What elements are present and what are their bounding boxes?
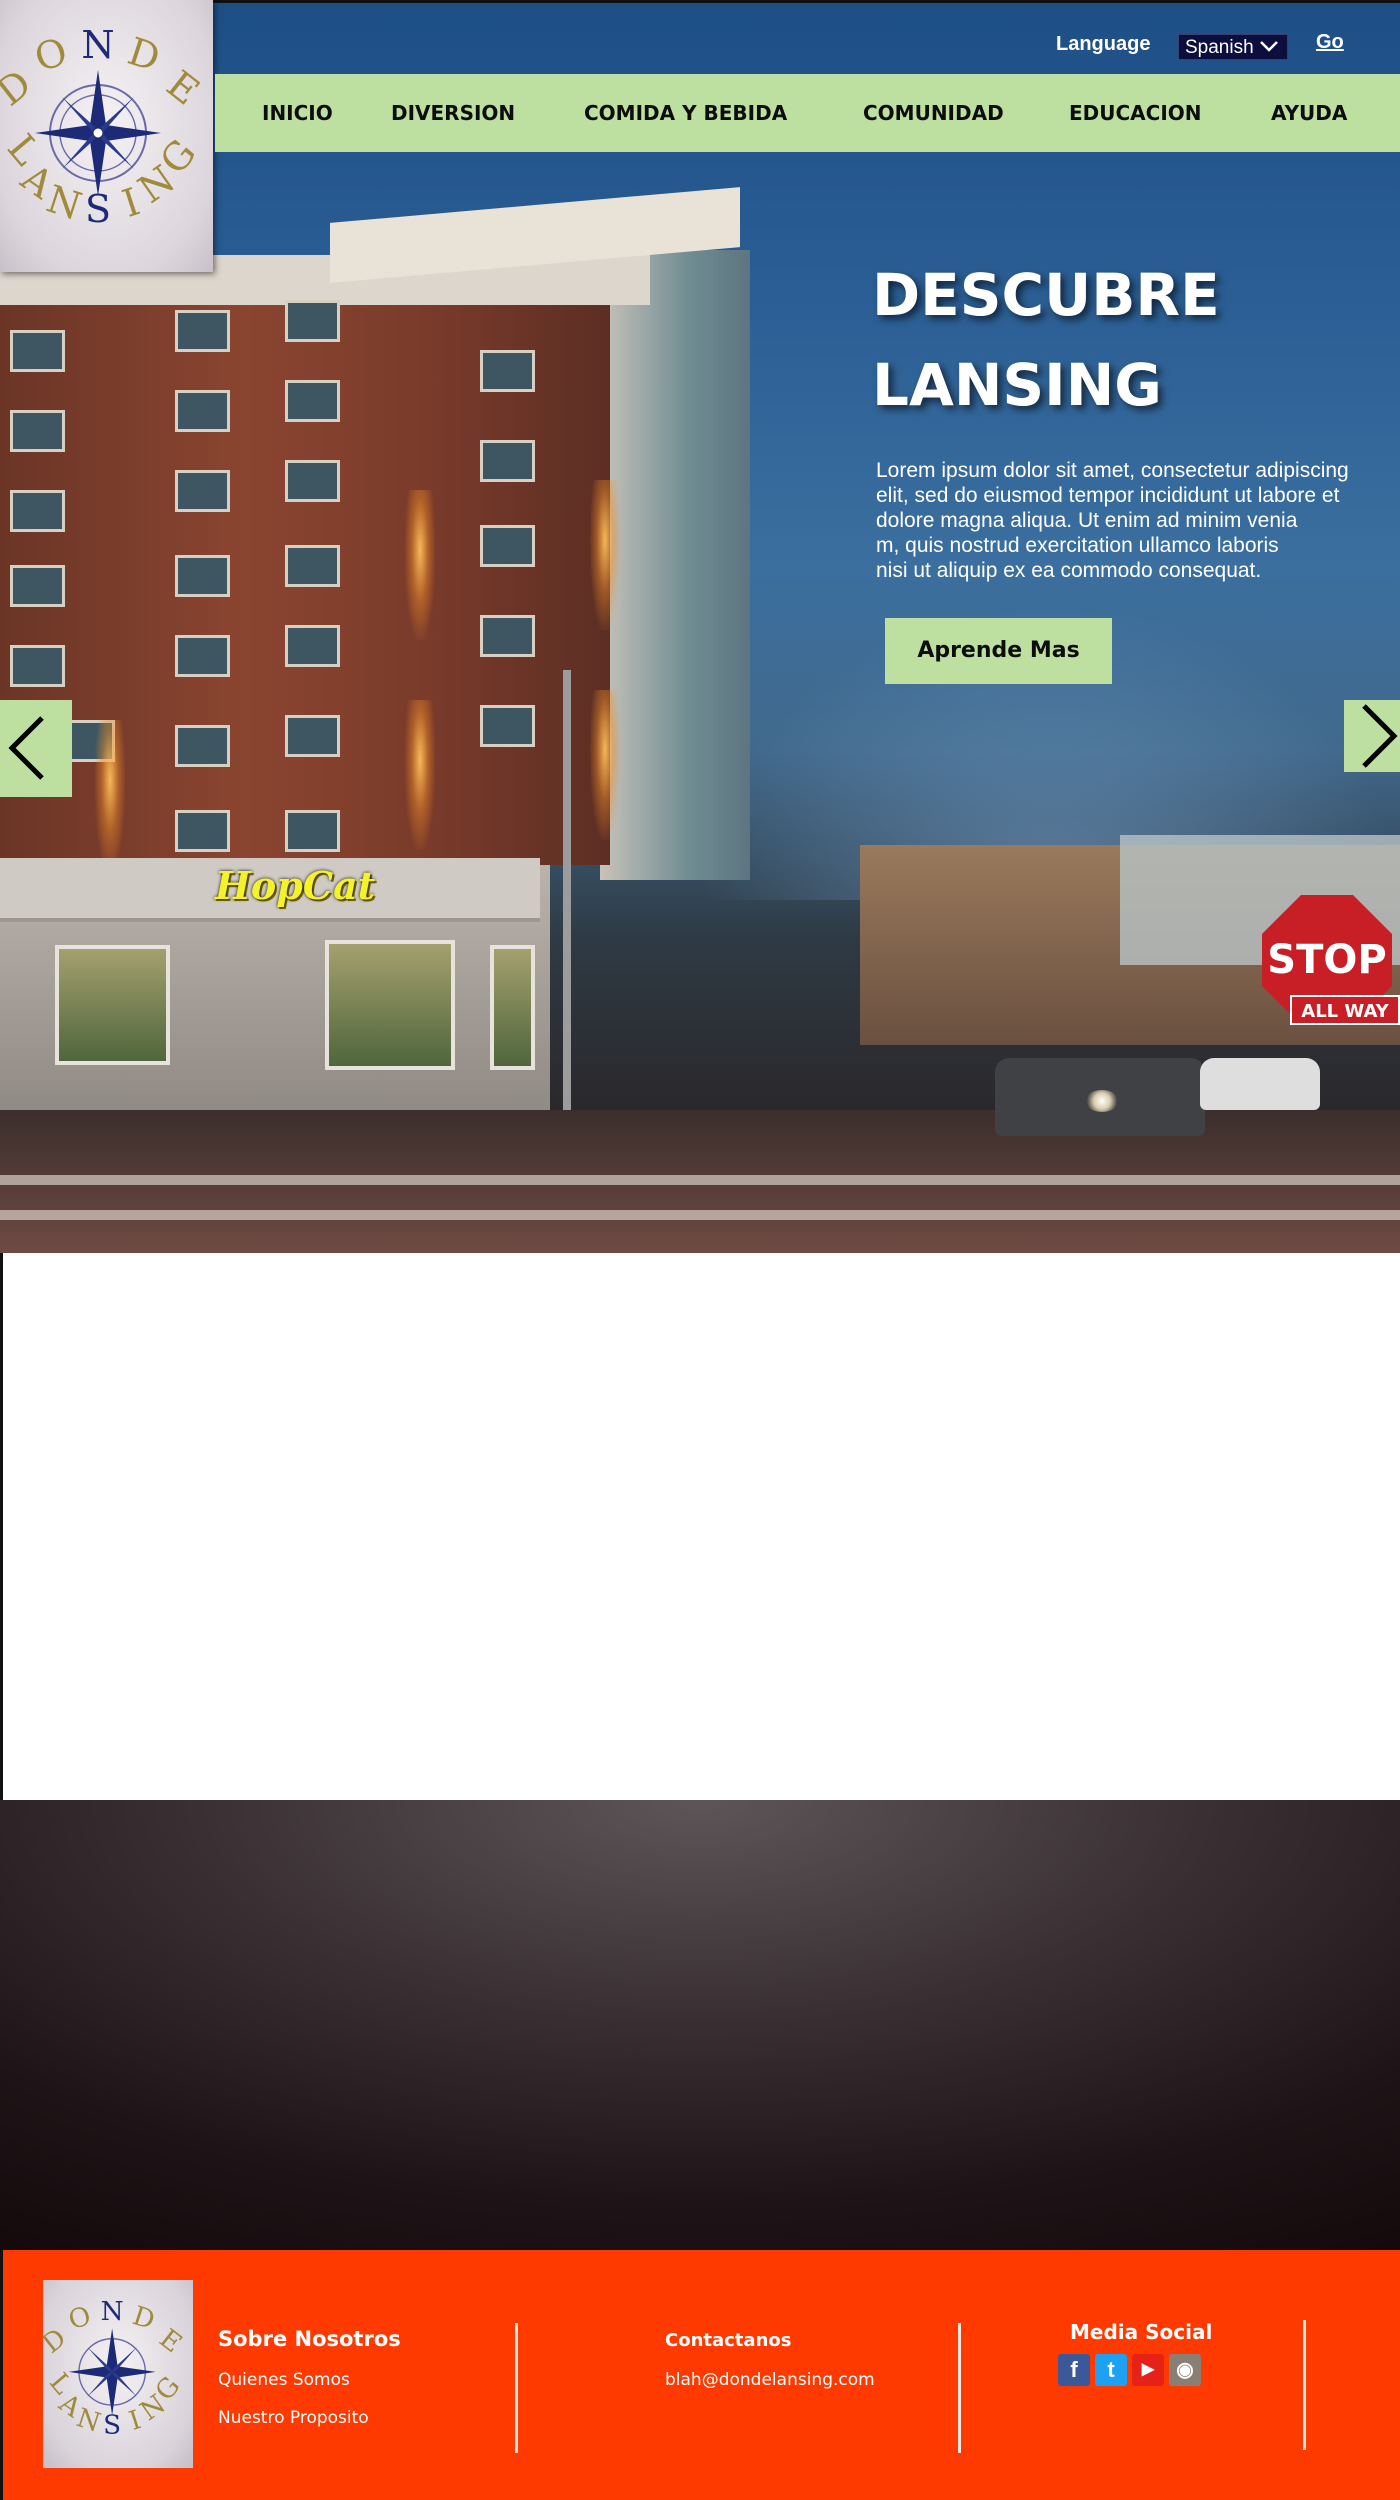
building-window [175, 310, 230, 352]
building-window [285, 715, 340, 757]
footer-logo[interactable]: D O N D E L A N S I N G [43, 2280, 193, 2468]
go-link[interactable]: Go [1316, 31, 1344, 54]
building-window [10, 490, 65, 532]
hero-title: DESCUBRE LANSING [872, 250, 1332, 430]
dark-gradient-section [0, 1800, 1400, 2250]
nav-item-diversion[interactable]: DIVERSION [391, 74, 515, 152]
logo-letter: S [85, 187, 111, 231]
building-window [175, 555, 230, 597]
logo-letter: O [29, 29, 72, 80]
wall-light [405, 490, 435, 640]
nav-item-ayuda[interactable]: AYUDA [1271, 74, 1347, 152]
facebook-icon[interactable]: f [1058, 2354, 1090, 2386]
footer-divider [515, 2323, 518, 2453]
about-heading: Sobre Nosotros [218, 2327, 401, 2351]
building-window [480, 525, 535, 567]
logo-letter: D [0, 61, 40, 114]
building-window [10, 410, 65, 452]
learn-more-button[interactable]: Aprende Mas [885, 618, 1112, 684]
compass-logo-icon: D O N D E L A N S I N G [0, 23, 208, 231]
building-window [285, 545, 340, 587]
wall-light [590, 690, 620, 840]
storefront-window [55, 945, 170, 1065]
main-nav: INICIO DIVERSION COMIDA Y BEBIDA COMUNID… [215, 74, 1400, 152]
wall-light [405, 700, 435, 850]
building-window [175, 470, 230, 512]
youtube-icon[interactable]: ▶ [1132, 2354, 1164, 2386]
content-area [0, 1253, 1400, 1800]
building-window [10, 330, 65, 372]
footer-divider [958, 2323, 961, 2453]
wall-light [95, 720, 125, 870]
building-window [480, 615, 535, 657]
flag-pole [563, 670, 571, 1120]
building-window [10, 565, 65, 607]
language-select[interactable]: Spanish [1178, 34, 1288, 60]
contact-email[interactable]: blah@dondelansing.com [665, 2370, 875, 2390]
wall-light [590, 480, 620, 630]
footer: D O N D E L A N S I N G Sobre Nosotros Q… [0, 2250, 1400, 2500]
instagram-icon[interactable]: ◉ [1169, 2354, 1201, 2386]
language-select-value: Spanish [1185, 37, 1254, 58]
chevron-left-icon [8, 716, 44, 780]
logo-letter: O [65, 2301, 95, 2336]
logo-letter: E [153, 2324, 187, 2359]
storefront-window [490, 945, 535, 1070]
building-window [175, 725, 230, 767]
chevron-right-icon [1362, 704, 1398, 768]
all-way-sign: ALL WAY [1290, 995, 1400, 1025]
logo-letter: N [101, 2297, 124, 2327]
building-window [10, 645, 65, 687]
hero-title-line: LANSING [872, 351, 1162, 419]
building-window [480, 350, 535, 392]
logo-letter: N [81, 23, 114, 67]
logo-letter: D [129, 2301, 158, 2336]
social-heading: Media Social [1070, 2320, 1213, 2344]
contact-heading: Contactanos [665, 2330, 792, 2351]
compass-logo-icon: D O N D E L A N S I N G [43, 2297, 187, 2440]
about-link-nuestro-proposito[interactable]: Nuestro Proposito [218, 2408, 369, 2428]
hero-description: Lorem ipsum dolor sit amet, consectetur … [876, 459, 1349, 582]
nav-item-comunidad[interactable]: COMUNIDAD [863, 74, 1004, 152]
footer-divider [1303, 2320, 1306, 2450]
car [1200, 1058, 1320, 1110]
nav-item-inicio[interactable]: INICIO [262, 74, 333, 152]
building-corner-tower [600, 250, 750, 880]
building-window [480, 440, 535, 482]
storefront-window [325, 940, 455, 1070]
logo-letter: D [123, 29, 166, 80]
about-link-quienes-somos[interactable]: Quienes Somos [218, 2370, 350, 2390]
crosswalk-stripe [0, 1210, 1400, 1220]
logo-letter: E [159, 62, 208, 114]
language-label: Language [1056, 33, 1151, 55]
building-window [175, 635, 230, 677]
building-window [285, 625, 340, 667]
logo-letter: D [43, 2323, 72, 2360]
building-window [285, 810, 340, 852]
chevron-down-icon [1260, 41, 1278, 52]
crosswalk-stripe [0, 1175, 1400, 1185]
hero-title-line: DESCUBRE [872, 261, 1220, 329]
slider-next-button[interactable] [1344, 700, 1400, 772]
restaurant-sign: HopCat [215, 863, 376, 908]
site-logo[interactable]: D O N D E L A N S I N G [0, 0, 213, 272]
building-window [175, 390, 230, 432]
building-window [285, 460, 340, 502]
nav-item-comida-y-bebida[interactable]: COMIDA Y BEBIDA [584, 74, 787, 152]
slider-prev-button[interactable] [0, 700, 72, 797]
twitter-icon[interactable]: t [1095, 2354, 1127, 2386]
nav-item-educacion[interactable]: EDUCACION [1069, 74, 1202, 152]
logo-letter: S [103, 2410, 121, 2440]
building-window [480, 705, 535, 747]
car-headlight [1085, 1090, 1119, 1112]
hero-slider: HopCat STOP ALL WAY D O N D E L A N S I … [0, 0, 1400, 1253]
building-window [285, 300, 340, 342]
building-window [285, 380, 340, 422]
building-window [175, 810, 230, 852]
